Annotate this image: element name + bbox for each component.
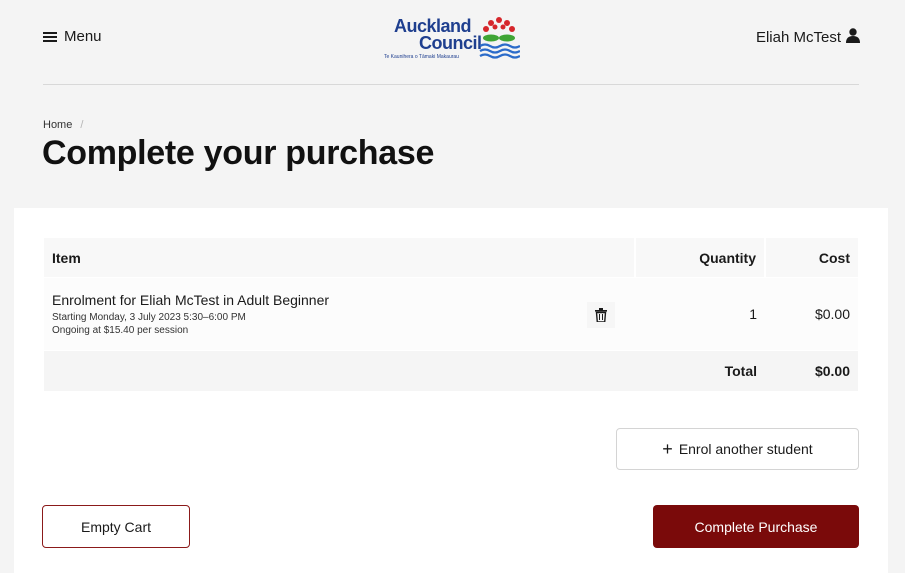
breadcrumb: Home / (43, 119, 83, 131)
user-name: Eliah McTest (755, 29, 841, 46)
item-session-price: Ongoing at $15.40 per session (52, 324, 189, 336)
total-value: $0.00 (765, 350, 858, 391)
table-row: Enrolment for Eliah McTest in Adult Begi… (44, 277, 858, 351)
plus-icon: + (662, 439, 673, 459)
user-account-link[interactable]: Eliah McTest (756, 28, 860, 47)
cart-panel: Item Quantity Cost Enrolment for Eliah M… (14, 208, 888, 573)
table-header-row: Item Quantity Cost (44, 237, 858, 278)
total-spacer (44, 350, 635, 391)
breadcrumb-home[interactable]: Home (43, 119, 72, 131)
complete-purchase-button[interactable]: Complete Purchase (653, 505, 859, 548)
cart-table: Item Quantity Cost Enrolment for Eliah M… (44, 237, 858, 391)
hamburger-icon (43, 31, 57, 43)
page-title: Complete your purchase (42, 134, 435, 172)
column-header-cost: Cost (765, 237, 858, 278)
total-row: Total $0.00 (44, 350, 858, 391)
site-header: Menu Auckland Council Te Kaunihera o Tām… (0, 0, 905, 84)
column-header-item: Item (44, 237, 636, 278)
item-quantity: 1 (635, 277, 765, 351)
trash-icon (595, 308, 607, 322)
logo-tagline: Te Kaunihera o Tāmaki Makaurau (384, 54, 459, 60)
item-cost: $0.00 (765, 277, 858, 351)
breadcrumb-separator: / (80, 119, 84, 131)
item-cell: Enrolment for Eliah McTest in Adult Begi… (44, 277, 635, 351)
user-icon (846, 28, 860, 47)
item-start-date: Starting Monday, 3 July 2023 5:30–6:00 P… (52, 311, 246, 323)
enrol-another-student-button[interactable]: + Enrol another student (616, 428, 859, 470)
enrol-another-label: Enrol another student (678, 441, 813, 457)
column-header-quantity: Quantity (635, 237, 766, 278)
remove-item-button[interactable] (587, 302, 615, 328)
item-title: Enrolment for Eliah McTest in Adult Begi… (52, 291, 330, 308)
menu-button[interactable]: Menu (43, 28, 102, 45)
pohutukawa-logo-icon (479, 17, 520, 59)
auckland-council-logo[interactable]: Auckland Council Te Kaunihera o Tāmaki M… (384, 14, 524, 66)
header-divider (43, 84, 859, 85)
total-label: Total (635, 350, 765, 391)
menu-label: Menu (64, 28, 102, 45)
empty-cart-button[interactable]: Empty Cart (42, 505, 190, 548)
logo-line2: Council (419, 33, 482, 53)
